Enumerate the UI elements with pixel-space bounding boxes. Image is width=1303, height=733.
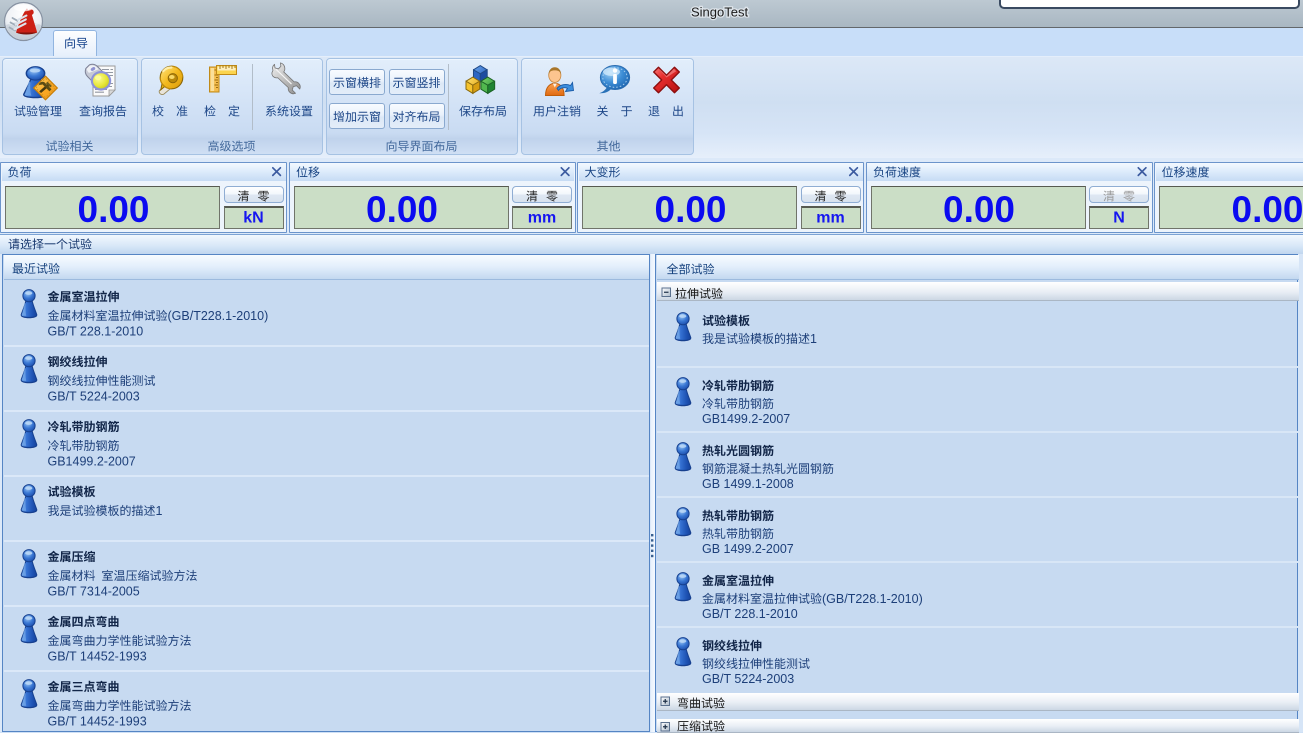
svg-text:(GB/T228.1-2010): (GB/T228.1-2010) (168, 309, 269, 323)
svg-text:SingoTest: SingoTest (691, 5, 748, 20)
svg-text:1: 1 (156, 504, 163, 518)
svg-text:GB 1499.1-2008: GB 1499.1-2008 (702, 477, 794, 491)
svg-text:0.00: 0.00 (366, 189, 438, 230)
svg-text:GB1499.2-2007: GB1499.2-2007 (48, 455, 136, 469)
svg-text:kN: kN (243, 210, 263, 227)
svg-text:GB1499.2-2007: GB1499.2-2007 (702, 412, 790, 426)
svg-text:0.00: 0.00 (655, 189, 727, 230)
svg-text:GB/T 7314-2005: GB/T 7314-2005 (48, 585, 140, 599)
svg-text:1: 1 (810, 332, 817, 346)
svg-text:GB/T 228.1-2010: GB/T 228.1-2010 (702, 607, 798, 621)
svg-text:mm: mm (528, 210, 556, 227)
svg-text:0.00: 0.00 (78, 189, 150, 230)
svg-text:0.00: 0.00 (943, 189, 1015, 230)
svg-text:GB/T 228.1-2010: GB/T 228.1-2010 (48, 325, 144, 339)
svg-text:GB/T 14452-1993: GB/T 14452-1993 (48, 715, 147, 729)
svg-text:GB/T 5224-2003: GB/T 5224-2003 (48, 390, 140, 404)
svg-text:mm: mm (816, 210, 844, 227)
svg-text:0.00: 0.00 (1232, 189, 1303, 230)
svg-text:GB/T 5224-2003: GB/T 5224-2003 (702, 672, 794, 686)
svg-text:N: N (1113, 210, 1125, 227)
svg-text:(GB/T228.1-2010): (GB/T228.1-2010) (822, 592, 923, 606)
svg-text:GB/T 14452-1993: GB/T 14452-1993 (48, 650, 147, 664)
svg-text:GB 1499.2-2007: GB 1499.2-2007 (702, 542, 794, 556)
